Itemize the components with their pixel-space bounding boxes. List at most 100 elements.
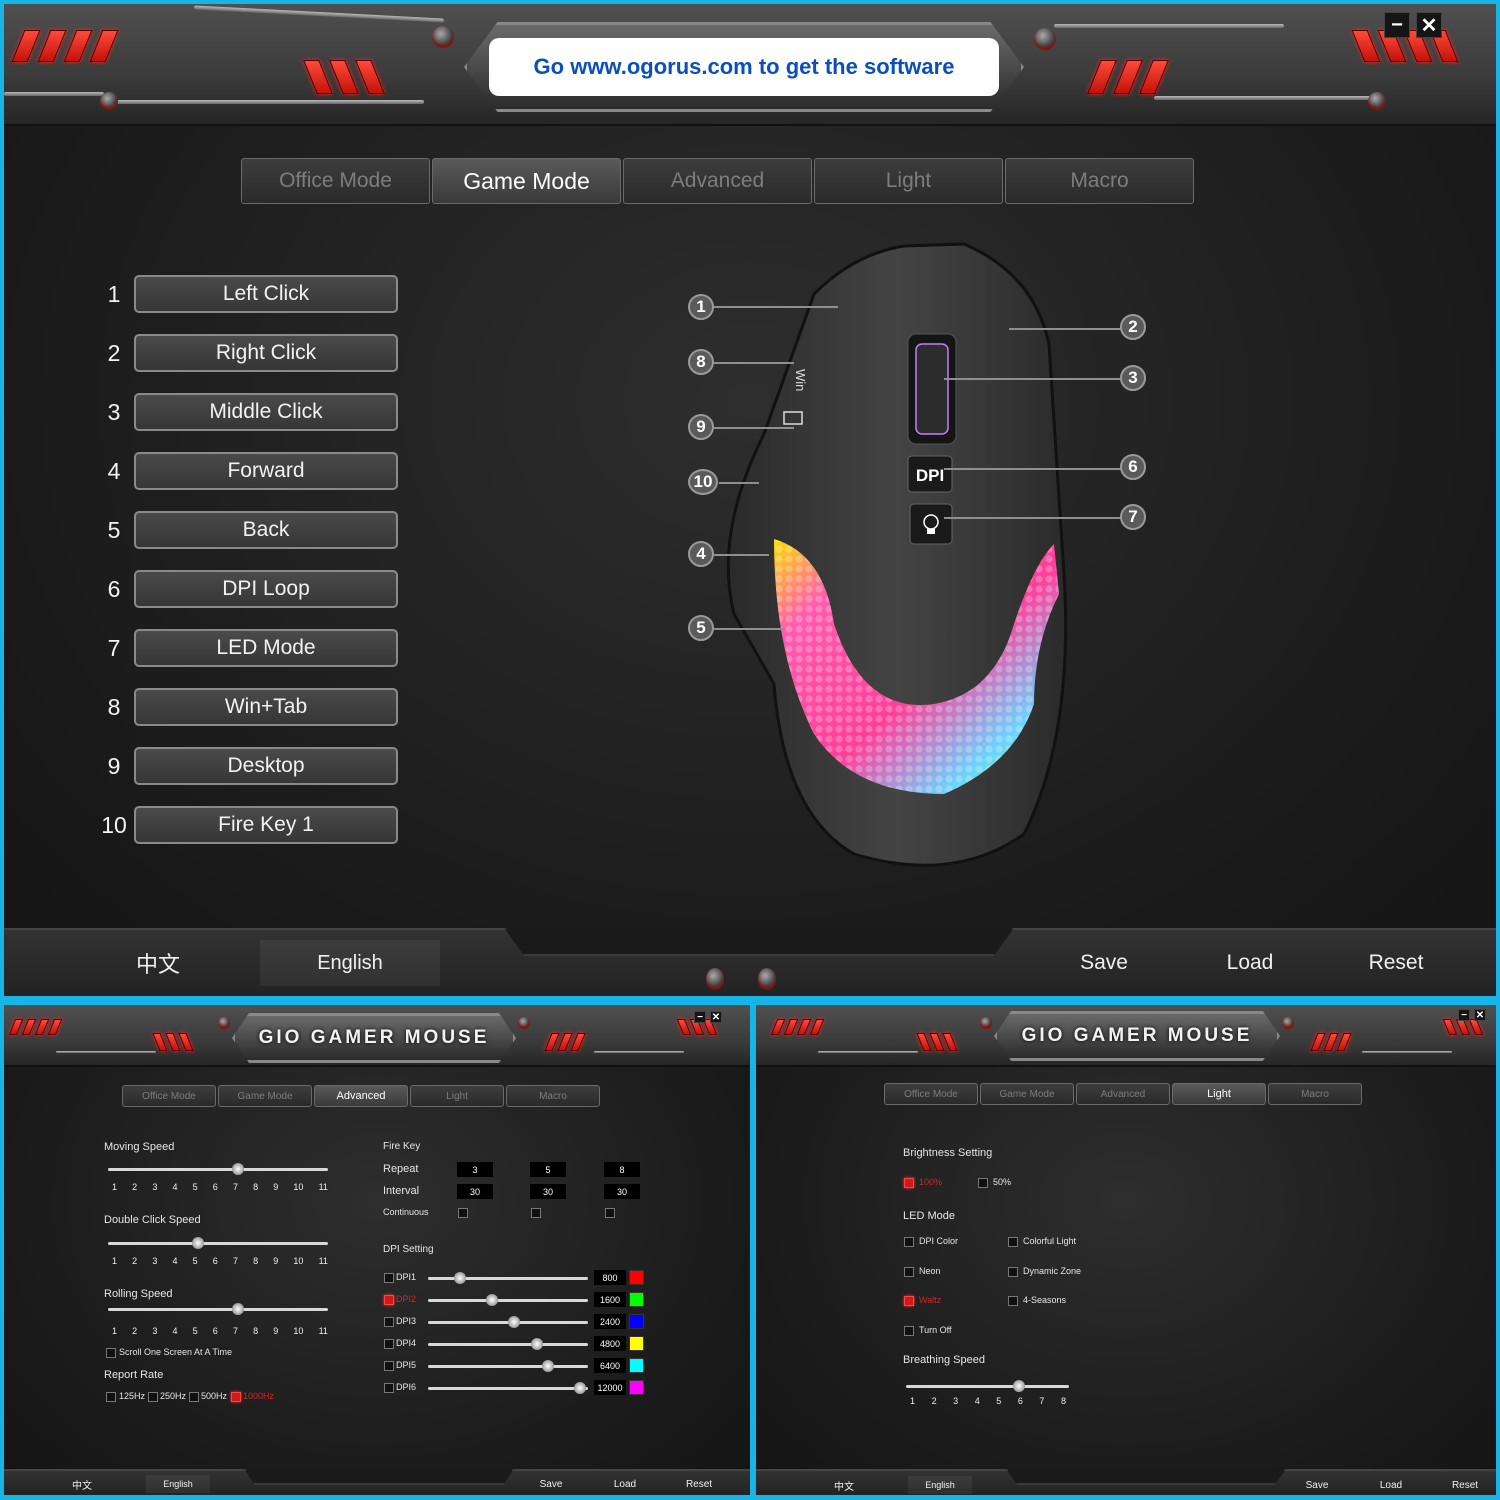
interval-input[interactable]: 30: [604, 1184, 640, 1199]
tab-advanced[interactable]: Advanced: [623, 158, 812, 204]
double-click-speed-slider[interactable]: [108, 1237, 328, 1249]
tab-game-mode[interactable]: Game Mode: [432, 158, 621, 204]
slider-knob[interactable]: [530, 1338, 543, 1350]
led-dynamic-zone-radio[interactable]: [1008, 1267, 1018, 1277]
dpi-color-swatch[interactable]: [629, 1314, 644, 1329]
dpi-level-slider[interactable]: [428, 1294, 588, 1306]
tab-advanced[interactable]: Advanced: [1076, 1083, 1170, 1105]
key-assign-button[interactable]: Win+Tab: [134, 688, 398, 726]
dpi-color-swatch[interactable]: [629, 1358, 644, 1373]
dpi-level-slider[interactable]: [428, 1360, 588, 1372]
reset-button[interactable]: Reset: [676, 1475, 722, 1493]
key-assign-button[interactable]: Forward: [134, 452, 398, 490]
key-assign-button[interactable]: DPI Loop: [134, 570, 398, 608]
slider-knob[interactable]: [486, 1294, 498, 1306]
key-assign-button[interactable]: Desktop: [134, 747, 398, 785]
led-colorful-light-radio[interactable]: [1008, 1237, 1018, 1247]
slider-knob[interactable]: [1013, 1380, 1025, 1392]
minimize-button[interactable]: −: [1458, 1009, 1470, 1021]
key-assign-button[interactable]: Left Click: [134, 275, 398, 313]
tab-light[interactable]: Light: [814, 158, 1003, 204]
report-rate-1000-radio[interactable]: [231, 1392, 241, 1402]
key-assign-button[interactable]: Middle Click: [134, 393, 398, 431]
slider-knob[interactable]: [191, 1237, 204, 1249]
slider-knob[interactable]: [508, 1316, 521, 1328]
dpi-color-swatch[interactable]: [629, 1336, 644, 1351]
led-neon-radio[interactable]: [904, 1267, 914, 1277]
tab-game-mode[interactable]: Game Mode: [980, 1083, 1074, 1105]
reset-button[interactable]: Reset: [1442, 1476, 1488, 1494]
minimize-button[interactable]: −: [1384, 12, 1410, 38]
key-assign-button[interactable]: LED Mode: [134, 629, 398, 667]
dpi-value-input[interactable]: 12000: [594, 1380, 626, 1395]
reset-button[interactable]: Reset: [1336, 940, 1456, 986]
dpi-color-swatch[interactable]: [629, 1292, 644, 1307]
dpi-level-slider[interactable]: [428, 1338, 588, 1350]
close-button[interactable]: ✕: [710, 1011, 722, 1023]
language-chinese-button[interactable]: 中文: [68, 940, 248, 986]
language-english-button[interactable]: English: [260, 940, 440, 986]
key-assign-button[interactable]: Right Click: [134, 334, 398, 372]
slider-knob[interactable]: [542, 1360, 554, 1372]
close-button[interactable]: ✕: [1416, 12, 1442, 38]
key-assign-button[interactable]: Back: [134, 511, 398, 549]
repeat-input[interactable]: 5: [530, 1162, 566, 1177]
tab-light[interactable]: Light: [1172, 1083, 1266, 1105]
dpi-value-input[interactable]: 2400: [594, 1314, 626, 1329]
tab-macro[interactable]: Macro: [506, 1085, 600, 1107]
tab-light[interactable]: Light: [410, 1085, 504, 1107]
tab-office-mode[interactable]: Office Mode: [884, 1083, 978, 1105]
dpi-value-input[interactable]: 4800: [594, 1336, 626, 1351]
tab-office-mode[interactable]: Office Mode: [241, 158, 430, 204]
tab-office-mode[interactable]: Office Mode: [122, 1085, 216, 1107]
key-assign-button[interactable]: Fire Key 1: [134, 806, 398, 844]
report-rate-500-radio[interactable]: [189, 1392, 199, 1402]
dpi-level-slider[interactable]: [428, 1382, 588, 1394]
tab-advanced[interactable]: Advanced: [314, 1085, 408, 1107]
continuous-checkbox[interactable]: [605, 1208, 615, 1218]
led-waltz-radio[interactable]: [904, 1296, 914, 1306]
continuous-checkbox[interactable]: [458, 1208, 468, 1218]
save-button[interactable]: Save: [1294, 1476, 1340, 1494]
load-button[interactable]: Load: [1190, 940, 1310, 986]
moving-speed-slider[interactable]: [108, 1163, 328, 1175]
slider-knob[interactable]: [574, 1382, 586, 1394]
load-button[interactable]: Load: [1368, 1476, 1414, 1494]
dpi-value-input[interactable]: 6400: [594, 1358, 626, 1373]
report-rate-125-radio[interactable]: [106, 1392, 116, 1402]
slider-knob[interactable]: [232, 1163, 245, 1175]
tab-macro[interactable]: Macro: [1268, 1083, 1362, 1105]
led-turn-off-radio[interactable]: [904, 1326, 914, 1336]
breathing-speed-slider[interactable]: [906, 1380, 1069, 1392]
dpi-level-checkbox[interactable]: [384, 1383, 394, 1393]
save-button[interactable]: Save: [1044, 940, 1164, 986]
dpi-level-checkbox[interactable]: [384, 1339, 394, 1349]
dpi-level-checkbox[interactable]: [384, 1317, 394, 1327]
save-button[interactable]: Save: [528, 1475, 574, 1493]
slider-knob[interactable]: [232, 1303, 245, 1315]
dpi-level-slider[interactable]: [428, 1316, 588, 1328]
repeat-input[interactable]: 8: [604, 1162, 640, 1177]
language-chinese-button[interactable]: 中文: [816, 1476, 872, 1494]
brightness-50-radio[interactable]: [978, 1178, 988, 1188]
repeat-input[interactable]: 3: [457, 1162, 493, 1177]
dpi-level-checkbox[interactable]: [384, 1273, 394, 1283]
dpi-value-input[interactable]: 800: [594, 1270, 626, 1285]
language-english-button[interactable]: English: [146, 1475, 210, 1493]
interval-input[interactable]: 30: [530, 1184, 566, 1199]
tab-game-mode[interactable]: Game Mode: [218, 1085, 312, 1107]
interval-input[interactable]: 30: [457, 1184, 493, 1199]
led-4-seasons-radio[interactable]: [1008, 1296, 1018, 1306]
dpi-level-slider[interactable]: [428, 1272, 588, 1284]
brightness-100-radio[interactable]: [904, 1178, 914, 1188]
continuous-checkbox[interactable]: [531, 1208, 541, 1218]
dpi-level-checkbox[interactable]: [384, 1295, 394, 1305]
language-chinese-button[interactable]: 中文: [54, 1475, 110, 1493]
dpi-value-input[interactable]: 1600: [594, 1292, 626, 1307]
language-english-button[interactable]: English: [908, 1476, 972, 1494]
dpi-color-swatch[interactable]: [629, 1270, 644, 1285]
minimize-button[interactable]: −: [694, 1011, 706, 1023]
rolling-speed-slider[interactable]: [108, 1303, 328, 1315]
slider-knob[interactable]: [454, 1272, 466, 1284]
scroll-one-screen-checkbox[interactable]: [106, 1348, 116, 1358]
